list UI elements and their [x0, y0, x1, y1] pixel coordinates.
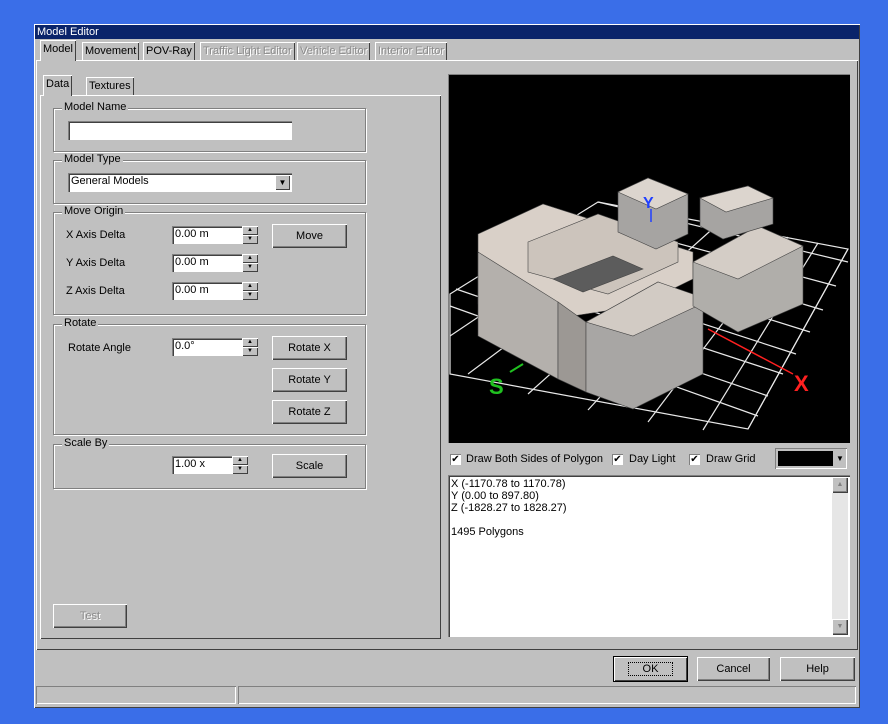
y-axis-delta-input[interactable]: 0.00 m [172, 254, 242, 272]
scroll-up-icon[interactable]: ▲ [832, 477, 848, 493]
move-button[interactable]: Move [272, 224, 347, 248]
draw-grid-checkbox[interactable]: ✔ [689, 454, 700, 465]
model-name-input[interactable] [68, 121, 292, 140]
polygon-count-text: 1495 Polygons [451, 526, 524, 538]
vertical-scrollbar[interactable]: ▲ ▼ [832, 477, 848, 635]
building-blocks [477, 177, 804, 410]
window-title: Model Editor [35, 25, 859, 39]
draw-grid-label: Draw Grid [706, 453, 756, 465]
scale-by-label: Scale By [62, 437, 110, 449]
model-type-label: Model Type [62, 153, 123, 165]
x-axis-delta-label: X Axis Delta [66, 229, 126, 241]
model-type-value: General Models [71, 175, 149, 187]
color-swatch [778, 451, 833, 466]
model-type-select[interactable]: General Models ▼ [68, 173, 292, 192]
rotate-x-button[interactable]: Rotate X [272, 336, 347, 360]
draw-both-sides-label: Draw Both Sides of Polygon [466, 453, 603, 465]
x-axis-line [707, 328, 794, 375]
rotate-y-button[interactable]: Rotate Y [272, 368, 347, 392]
rotate-label: Rotate [62, 317, 99, 329]
scale-button[interactable]: Scale [272, 454, 347, 478]
status-pane-right [238, 686, 856, 704]
rotate-angle-spinner[interactable]: ▲ ▼ [242, 338, 258, 356]
scale-spinner[interactable]: ▲ ▼ [232, 456, 248, 474]
z-axis-delta-label: Z Axis Delta [66, 285, 125, 297]
tab-vehicle-editor: Vehicle Editor [297, 42, 371, 60]
cancel-button[interactable]: Cancel [697, 657, 770, 681]
3d-scene: X Y S [449, 177, 849, 431]
x-axis-label: X [794, 371, 809, 396]
tab-traffic-light-editor: Traffic Light Editor [200, 42, 295, 60]
tab-pov-ray[interactable]: POV-Ray [143, 42, 195, 60]
chevron-down-icon[interactable]: ▼ [835, 451, 845, 466]
rotate-angle-label: Rotate Angle [68, 342, 131, 354]
x-axis-delta-input[interactable]: 0.00 m [172, 226, 242, 244]
z-axis-delta-input[interactable]: 0.00 m [172, 282, 242, 300]
background-color-select[interactable]: ▼ [775, 448, 847, 469]
z-axis-label: S [489, 374, 504, 399]
test-button: Test [53, 604, 127, 628]
x-range-text: X (-1170.78 to 1170.78) [451, 478, 566, 490]
y-axis-delta-spinner[interactable]: ▲ ▼ [242, 254, 258, 272]
tab-movement[interactable]: Movement [82, 42, 140, 60]
day-light-label: Day Light [629, 453, 676, 465]
tab-model[interactable]: Model [40, 40, 76, 61]
x-axis-delta-spinner[interactable]: ▲ ▼ [242, 226, 258, 244]
draw-both-sides-checkbox[interactable]: ✔ [450, 454, 461, 465]
help-button[interactable]: Help [780, 657, 855, 681]
subtab-textures[interactable]: Textures [86, 77, 134, 95]
y-range-text: Y (0.00 to 897.80) [451, 490, 539, 502]
subtab-data[interactable]: Data [43, 75, 73, 96]
rotate-z-button[interactable]: Rotate Z [272, 400, 347, 424]
scale-input[interactable]: 1.00 x [172, 456, 232, 474]
day-light-checkbox[interactable]: ✔ [612, 454, 623, 465]
chevron-down-icon[interactable]: ▼ [275, 175, 290, 190]
rotate-angle-input[interactable]: 0.0° [172, 338, 242, 356]
status-pane-left [36, 686, 236, 704]
move-origin-label: Move Origin [62, 205, 126, 217]
tab-interior-editor: Interior Editor [375, 42, 448, 60]
3d-viewport[interactable]: X Y S [448, 74, 850, 443]
y-axis-label: Y [643, 195, 654, 212]
y-axis-delta-label: Y Axis Delta [66, 257, 126, 269]
z-axis-line [509, 363, 524, 373]
z-range-text: Z (-1828.27 to 1828.27) [451, 502, 567, 514]
z-axis-delta-spinner[interactable]: ▲ ▼ [242, 282, 258, 300]
model-name-label: Model Name [62, 101, 129, 113]
scroll-down-icon[interactable]: ▼ [832, 619, 848, 635]
model-info-textarea[interactable]: X (-1170.78 to 1170.78) Y (0.00 to 897.8… [448, 475, 850, 637]
ok-button[interactable]: OK [614, 657, 687, 681]
